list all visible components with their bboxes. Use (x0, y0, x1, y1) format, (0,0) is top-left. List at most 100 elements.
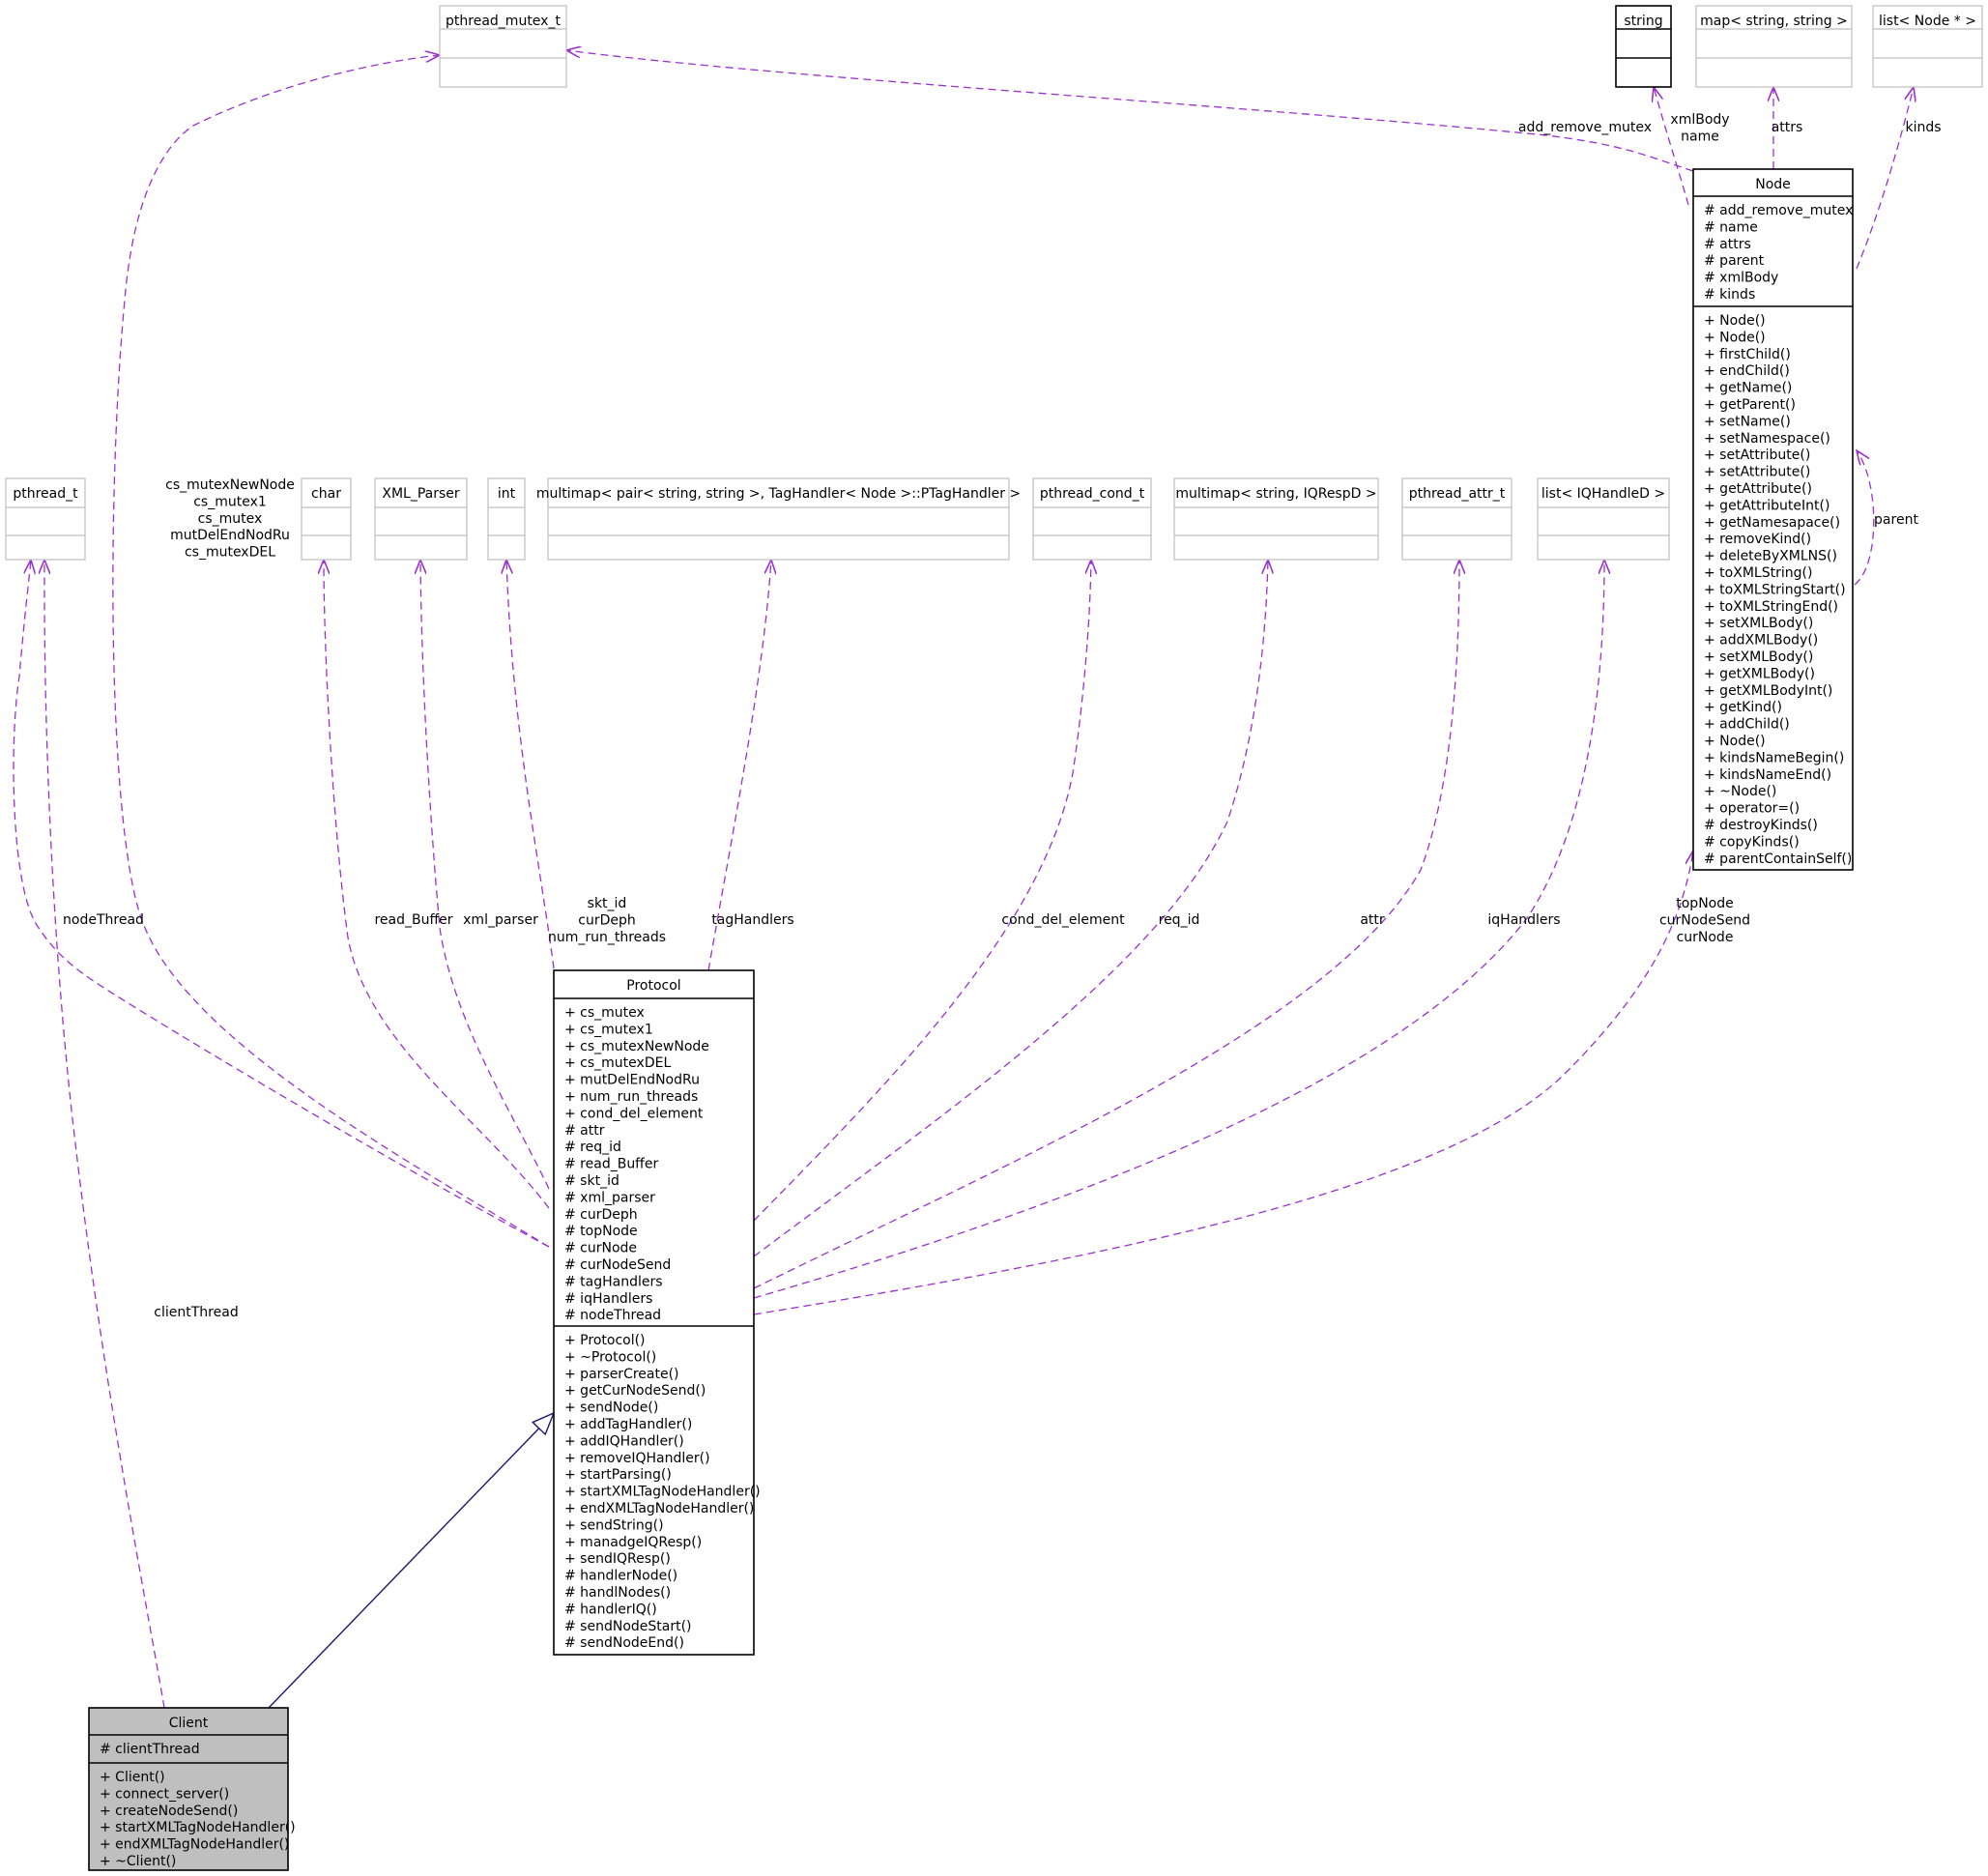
edge-label-xml-parser: xml_parser (463, 912, 538, 928)
class-method: + setNamespace() (1704, 431, 1830, 447)
class-name: XML_Parser (382, 486, 460, 502)
edge-label-cs-mutex-group: cs_mutexNewNode (165, 477, 295, 493)
edge-label-attr: attr (1360, 912, 1385, 928)
class-method: + getXMLBody() (1704, 666, 1815, 681)
edge-label-cs-mutex-group: cs_mutex1 (193, 494, 267, 509)
class-name: multimap< pair< string, string >, TagHan… (536, 486, 1021, 502)
class-name: pthread_cond_t (1040, 486, 1145, 502)
class-method: + setXMLBody() (1704, 649, 1813, 665)
edge-node-list (1856, 87, 1914, 270)
class-method: + createNodeSend() (100, 1804, 238, 1819)
class-method: + getAttribute() (1704, 481, 1812, 497)
class-method: + kindsNameBegin() (1704, 750, 1844, 765)
class-name: string (1624, 14, 1662, 29)
edge-protocol-pthread-t (13, 560, 550, 1248)
class-method: + addTagHandler() (564, 1417, 692, 1432)
edge-protocol-multimap-pair (707, 560, 771, 971)
edge-label-cond-del-element: cond_del_element (1001, 912, 1125, 928)
class-method: + getNamesapace() (1704, 515, 1840, 531)
class-method: + ~Client() (100, 1854, 176, 1869)
class-method: + getCurNodeSend() (564, 1383, 706, 1399)
class-method: + getParent() (1704, 397, 1796, 413)
class-method: + parserCreate() (564, 1367, 679, 1382)
class-list-node: list< Node * > (1872, 5, 1983, 88)
edge-label-skt-group: skt_id (588, 896, 627, 911)
class-method: + getAttributeInt() (1704, 498, 1830, 513)
edge-protocol-multimap-iq (753, 560, 1268, 1257)
class-method: + toXMLString() (1704, 565, 1812, 581)
class-attribute: + cs_mutex1 (564, 1022, 653, 1037)
class-attribute: # curNodeSend (564, 1257, 671, 1273)
edge-label-top-node-group: curNode (1677, 930, 1734, 945)
edge-node-pthread-mutex (566, 50, 1694, 172)
class-method: + endXMLTagNodeHandler() (100, 1837, 289, 1853)
edge-label-client-thread: clientThread (154, 1305, 238, 1320)
class-method: + sendIQResp() (564, 1551, 671, 1567)
class-method: + manadgeIQResp() (564, 1535, 702, 1550)
class-method: + startXMLTagNodeHandler() (100, 1820, 296, 1835)
edge-protocol-pthread-cond (753, 560, 1091, 1222)
edge-label-cs-mutex-group: mutDelEndNodRu (170, 528, 290, 543)
class-method: # sendNodeEnd() (564, 1635, 684, 1651)
edge-protocol-int (506, 560, 555, 969)
edge-client-inherits-protocol (268, 1413, 554, 1709)
class-string: string (1615, 5, 1672, 88)
edge-labels-layer: add_remove_mutex xmlBodyname attrs kinds par… (63, 112, 1941, 1320)
class-method: + getXMLBodyInt() (1704, 683, 1832, 699)
class-name: list< IQHandleD > (1541, 486, 1665, 502)
class-method: # destroyKinds() (1704, 818, 1818, 833)
edge-protocol-list-iq (753, 560, 1604, 1299)
class-method: + toXMLStringEnd() (1704, 599, 1838, 615)
edge-label-xmlbody-name: name (1681, 129, 1719, 144)
class-attribute: # curNode (564, 1241, 637, 1256)
class-method: + firstChild() (1704, 347, 1791, 362)
class-attribute: # iqHandlers (564, 1291, 652, 1307)
class-client: Client # clientThread + Client()+ connect_… (88, 1707, 296, 1871)
class-method: # sendNodeStart() (564, 1619, 692, 1634)
class-name: map< string, string > (1700, 14, 1848, 29)
edge-protocol-pthread-mutex (112, 55, 550, 1248)
class-method: # handlerNode() (564, 1569, 677, 1584)
class-attribute: # skt_id (564, 1173, 619, 1189)
class-pthread-cond-t: pthread_cond_t (1032, 477, 1152, 561)
edge-label-xmlbody-name: xmlBody (1670, 112, 1729, 128)
edge-label-skt-group: curDeph (578, 912, 635, 928)
class-method: + connect_server() (100, 1786, 229, 1802)
class-list-iq: list< IQHandleD > (1537, 477, 1670, 561)
class-attribute: # clientThread (100, 1742, 200, 1757)
class-method: # parentContainSelf() (1704, 851, 1852, 867)
class-attribute: # parent (1704, 253, 1765, 269)
class-attribute: # req_id (564, 1140, 621, 1155)
class-method: + setAttribute() (1704, 447, 1810, 463)
class-name: Protocol (626, 978, 680, 994)
class-method: # copyKinds() (1704, 834, 1800, 850)
class-method: + startParsing() (564, 1467, 672, 1483)
class-method: + addIQHandler() (564, 1433, 684, 1449)
class-method: + endXMLTagNodeHandler() (564, 1501, 754, 1516)
class-name: Client (169, 1716, 209, 1731)
class-method: + Node() (1704, 330, 1766, 345)
class-attribute: # read_Buffer (564, 1157, 658, 1172)
class-method: # handlNodes() (564, 1585, 671, 1601)
class-diagram: pthread_mutex_t string map< string, string… (5, 5, 1983, 1871)
class-char: char (301, 477, 352, 561)
class-method: + Protocol() (564, 1333, 646, 1348)
edge-label-parent: parent (1874, 512, 1918, 528)
class-attribute: + cs_mutex (564, 1005, 645, 1021)
edge-node-parent (1854, 450, 1875, 586)
class-attribute: # xml_parser (564, 1190, 655, 1205)
class-method: + sendString() (564, 1517, 664, 1533)
class-attribute: + mutDelEndNodRu (564, 1073, 700, 1088)
class-name: pthread_t (13, 486, 78, 502)
class-method: + operator=() (1704, 801, 1800, 817)
class-attribute: # topNode (564, 1224, 638, 1239)
class-method: + setXMLBody() (1704, 616, 1813, 631)
class-node: Node# add_remove_mutex# name# attrs# par… (1692, 168, 1854, 871)
class-attribute: # nodeThread (564, 1308, 661, 1323)
edge-label-read-buffer: read_Buffer (374, 912, 452, 928)
edge-label-kinds: kinds (1905, 120, 1941, 135)
edge-node-string (1654, 87, 1689, 206)
class-method: + kindsNameEnd() (1704, 767, 1831, 783)
edge-protocol-xml-parser (420, 560, 550, 1190)
class-method: + sendNode() (564, 1400, 658, 1416)
